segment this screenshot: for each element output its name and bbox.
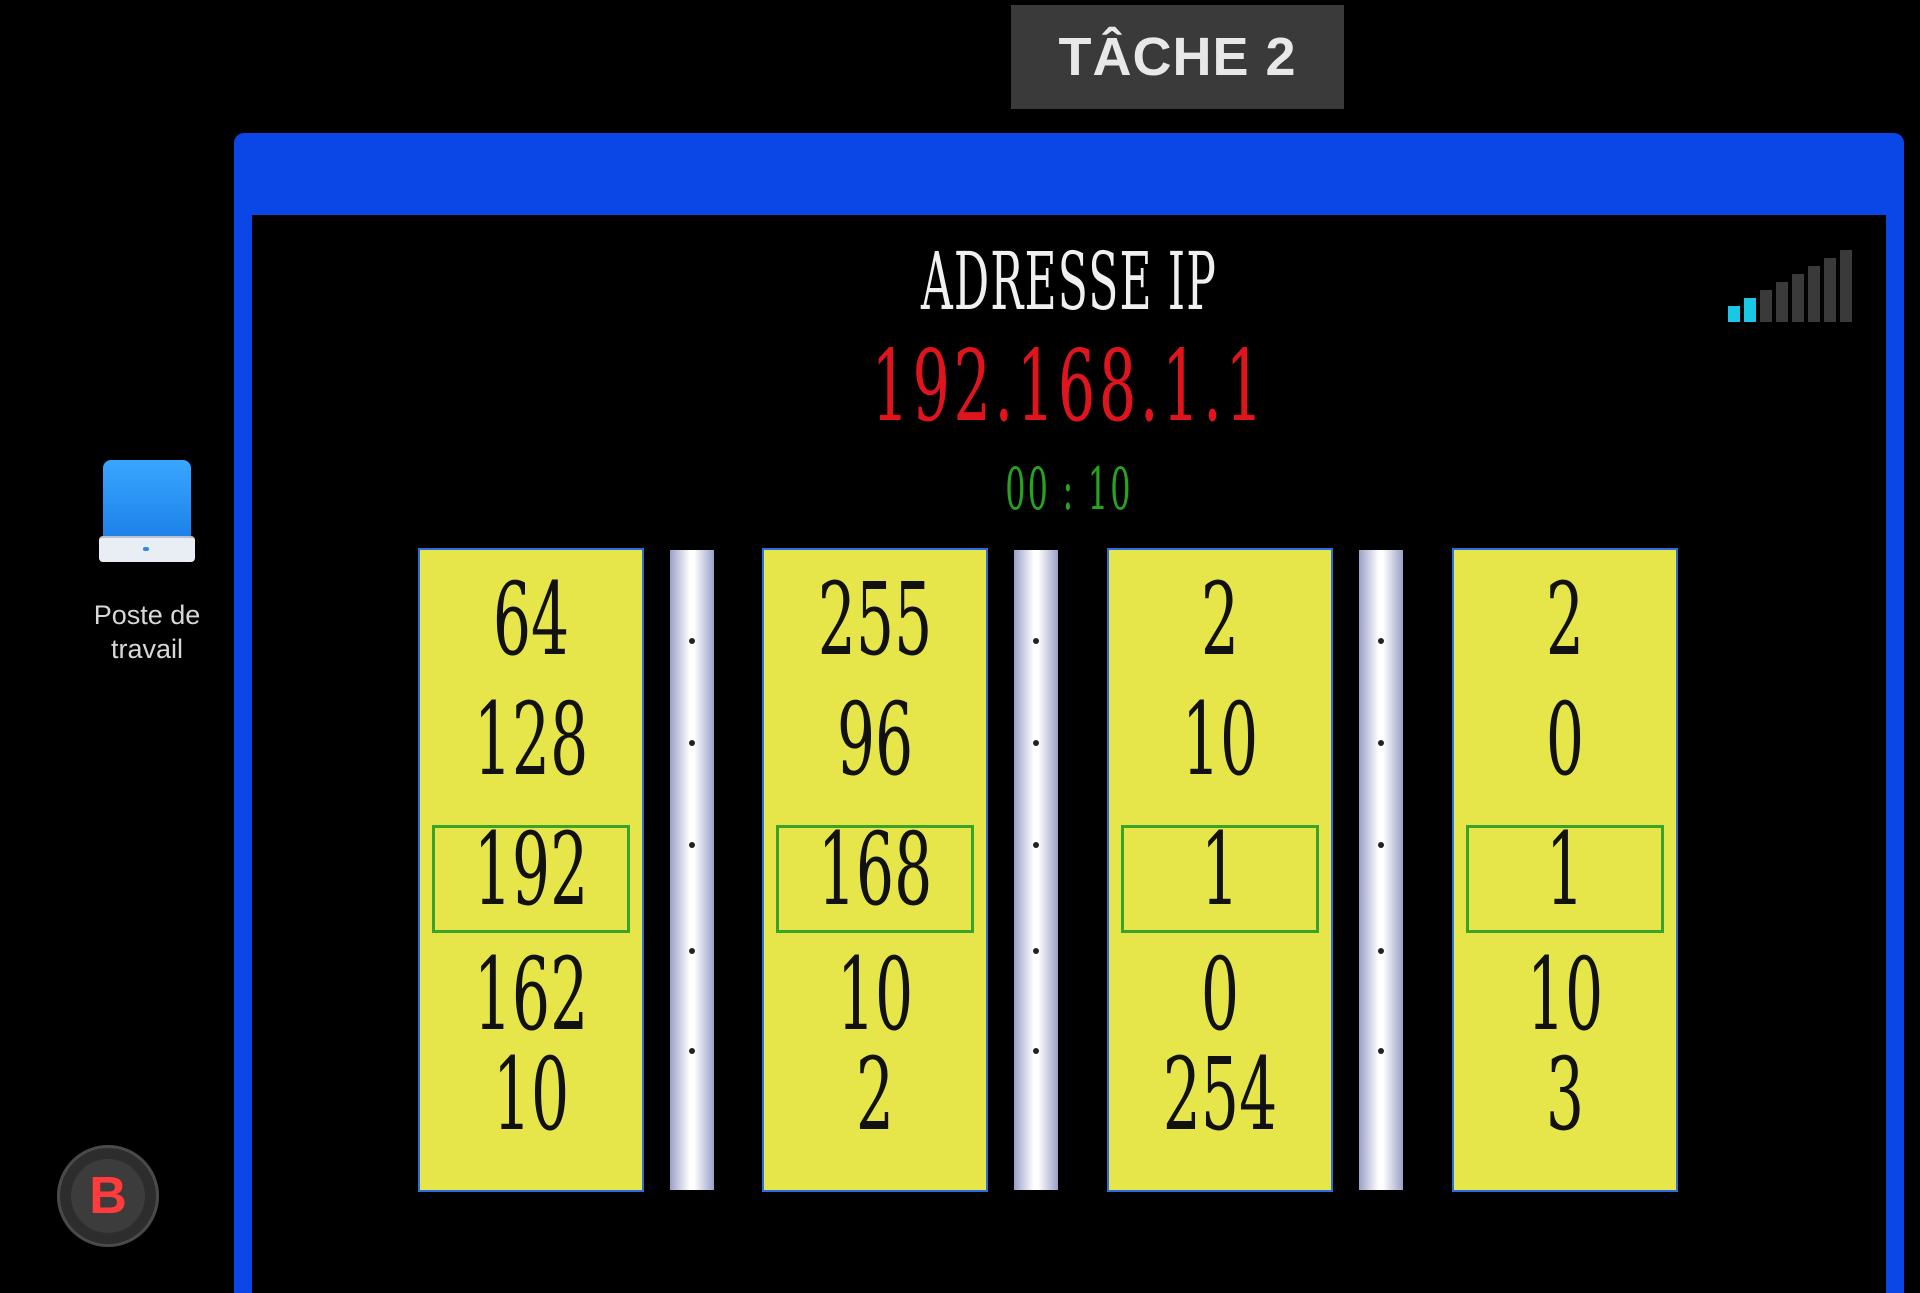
- octet-value[interactable]: 10: [1153, 680, 1286, 800]
- separator-dot: [1033, 638, 1039, 644]
- signal-bar: [1840, 250, 1852, 322]
- octet-value[interactable]: 254: [1153, 1035, 1286, 1155]
- drive-icon: [99, 460, 195, 562]
- separator-dot: [1378, 638, 1384, 644]
- signal-bar: [1744, 298, 1756, 322]
- octet-value[interactable]: 3: [1498, 1035, 1631, 1155]
- octet-value[interactable]: 192: [464, 810, 597, 930]
- countdown-timer: 00 : 10: [1005, 455, 1133, 523]
- desktop-icon-workstation[interactable]: Poste de travail: [80, 460, 214, 666]
- dot-separator-2: [1014, 550, 1058, 1190]
- octet-value[interactable]: 2: [1498, 560, 1631, 680]
- octet-value[interactable]: 1: [1498, 810, 1631, 930]
- octet-value[interactable]: 128: [464, 680, 597, 800]
- octet-value[interactable]: 0: [1498, 680, 1631, 800]
- signal-bar: [1760, 290, 1772, 322]
- separator-dot: [1033, 842, 1039, 848]
- octet-value[interactable]: 2: [1153, 560, 1286, 680]
- separator-dot: [1033, 948, 1039, 954]
- separator-dot: [689, 842, 695, 848]
- desktop-icon-label: Poste de travail: [93, 600, 201, 664]
- dot-separator-3: [1359, 550, 1403, 1190]
- separator-dot: [689, 638, 695, 644]
- octet-value[interactable]: 1: [1153, 810, 1286, 930]
- octet-column-1[interactable]: 64 128 192 162 10: [420, 550, 642, 1190]
- game-screen: ADRESSE IP 192.168.1.1 00 : 10 64 128 192 1…: [252, 215, 1886, 1293]
- octet-value[interactable]: 168: [808, 810, 941, 930]
- separator-dot: [1033, 740, 1039, 746]
- separator-dot: [1378, 1048, 1384, 1054]
- signal-bar: [1728, 306, 1740, 322]
- dot-separator-1: [670, 550, 714, 1190]
- separator-dot: [1378, 842, 1384, 848]
- signal-bar: [1808, 266, 1820, 322]
- game-window: ADRESSE IP 192.168.1.1 00 : 10 64 128 192 1…: [234, 133, 1904, 1293]
- task-tab: TÂCHE 2: [1011, 5, 1344, 109]
- separator-dot: [689, 740, 695, 746]
- octet-value[interactable]: 64: [464, 560, 597, 680]
- signal-strength-icon: [1728, 247, 1856, 322]
- octet-column-4[interactable]: 2 0 1 10 3: [1454, 550, 1676, 1190]
- octet-value[interactable]: 255: [808, 560, 941, 680]
- separator-dot: [1378, 740, 1384, 746]
- target-ip: 192.168.1.1: [871, 330, 1267, 444]
- b-badge-button[interactable]: B: [57, 1145, 159, 1247]
- signal-bar: [1824, 258, 1836, 322]
- b-badge-letter: B: [71, 1159, 145, 1233]
- octet-column-3[interactable]: 2 10 1 0 254: [1109, 550, 1331, 1190]
- octet-column-2[interactable]: 255 96 168 10 2: [764, 550, 986, 1190]
- signal-bar: [1776, 282, 1788, 322]
- separator-dot: [1378, 948, 1384, 954]
- separator-dot: [689, 948, 695, 954]
- octet-value[interactable]: 2: [808, 1035, 941, 1155]
- signal-bar: [1792, 274, 1804, 322]
- screen-title: ADRESSE IP: [921, 235, 1217, 328]
- octet-value[interactable]: 96: [808, 680, 941, 800]
- octet-value[interactable]: 10: [464, 1035, 597, 1155]
- separator-dot: [1033, 1048, 1039, 1054]
- separator-dot: [689, 1048, 695, 1054]
